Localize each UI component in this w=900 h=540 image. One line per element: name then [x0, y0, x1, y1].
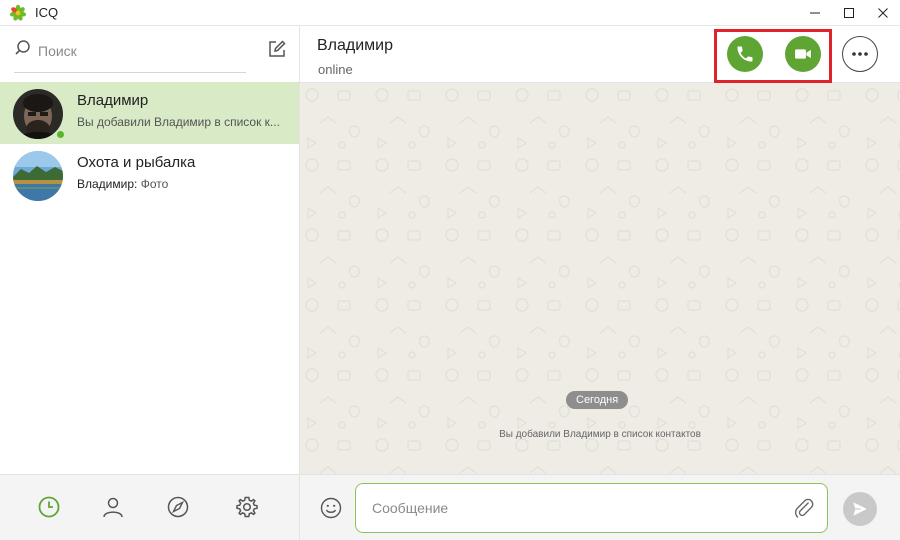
message-box: [355, 483, 828, 533]
close-button[interactable]: [866, 0, 900, 26]
voice-call-button[interactable]: [727, 36, 763, 72]
icq-flower-icon: [9, 4, 27, 21]
paperclip-icon: [794, 498, 814, 518]
preview-text: Фото: [140, 177, 169, 191]
nav-settings-button[interactable]: [234, 494, 260, 520]
chat-status: online: [318, 62, 353, 77]
avatar: [13, 151, 63, 201]
app-title: ICQ: [35, 5, 59, 20]
contact-name: Охота и рыбалка: [77, 154, 196, 171]
video-call-button[interactable]: [785, 36, 821, 72]
contact-preview: Вы добавили Владимир в список к...: [77, 115, 280, 129]
maximize-button[interactable]: [832, 0, 866, 26]
online-status-dot: [56, 130, 65, 139]
person-icon: [103, 497, 123, 518]
search-underline: [14, 72, 246, 73]
chat-background-pattern: [300, 83, 900, 474]
sidebar-nav: [0, 474, 299, 540]
chat-header: Владимир online: [300, 26, 900, 83]
video-camera-icon: [795, 49, 811, 59]
chat-title[interactable]: Владимир: [317, 37, 393, 55]
clock-icon: [38, 496, 60, 518]
window-controls: [798, 0, 900, 26]
chat-message-area: Сегодня Вы добавили Владимир в список ко…: [300, 83, 900, 474]
contact-name: Владимир: [77, 92, 149, 109]
sidebar: Владимир Вы добавили Владимир в список к…: [0, 26, 300, 540]
more-icon: [852, 52, 868, 56]
smiley-icon: [320, 497, 342, 519]
contact-item-vladimir[interactable]: Владимир Вы добавили Владимир в список к…: [0, 82, 299, 144]
title-bar: ICQ: [0, 0, 900, 26]
search-input[interactable]: [38, 40, 243, 62]
message-input[interactable]: [372, 498, 772, 518]
attach-button[interactable]: [792, 496, 816, 520]
system-message: Вы добавили Владимир в список контактов: [499, 429, 701, 440]
minimize-icon: [810, 12, 820, 14]
phone-icon: [737, 46, 753, 62]
compose-icon: [269, 40, 286, 57]
nav-contacts-button[interactable]: [100, 494, 126, 520]
close-icon: [878, 8, 888, 18]
maximize-icon: [844, 8, 854, 18]
search-row: [0, 26, 299, 82]
compose-button[interactable]: [265, 37, 289, 61]
emoji-button[interactable]: [319, 496, 343, 520]
nav-recent-button[interactable]: [36, 494, 62, 520]
send-icon: [853, 502, 867, 516]
nav-discover-button[interactable]: [165, 494, 191, 520]
chat-input-bar: [300, 474, 900, 540]
more-options-button[interactable]: [842, 36, 878, 72]
send-button[interactable]: [843, 492, 877, 526]
search-icon: [15, 40, 30, 55]
date-separator: Сегодня: [566, 391, 629, 409]
contact-preview: Владимир: Фото: [77, 177, 291, 191]
preview-sender: Владимир:: [77, 177, 138, 191]
compass-icon: [167, 496, 189, 518]
gear-icon: [236, 496, 258, 518]
contact-item-hunting-fishing[interactable]: Охота и рыбалка Владимир: Фото: [0, 144, 299, 206]
minimize-button[interactable]: [798, 0, 832, 26]
